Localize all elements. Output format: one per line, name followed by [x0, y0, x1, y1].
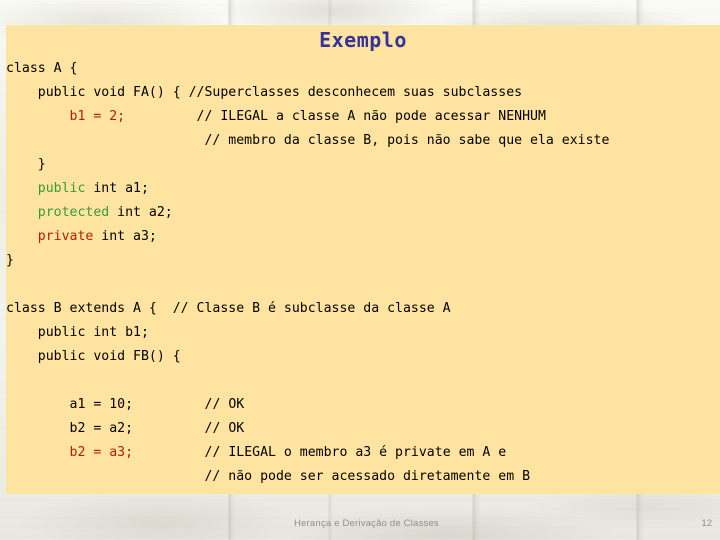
code-token: int a3; [93, 229, 157, 244]
code-token: class A { [6, 61, 78, 76]
footer-page-number: 12 [701, 518, 712, 529]
code-token: public void FB() { [6, 349, 181, 364]
code-line: b2 = a2; // OK [6, 417, 720, 441]
code-token: // OK [133, 397, 245, 412]
slide-footer: Herança e Derivação de Classes 12 [0, 518, 720, 540]
code-line: public void FA() { //Superclasses descon… [6, 81, 720, 105]
code-token: // OK [133, 421, 245, 436]
code-line: class B extends A { // Classe B é subcla… [6, 297, 720, 321]
code-token: public [6, 181, 86, 196]
code-line: } [6, 153, 720, 177]
code-token: public int b1; [6, 325, 149, 340]
page-title: Exemplo [319, 28, 407, 52]
code-token: int a1; [85, 181, 149, 196]
code-block: class A { public void FA() { //Superclas… [6, 57, 720, 494]
code-token: public void FA() { //Superclasses descon… [6, 85, 523, 100]
code-line: // membro da classe B, pois não sabe que… [6, 129, 720, 153]
code-token: // ILEGAL a classe A não pode acessar NE… [125, 109, 546, 124]
content-panel: Exemplo class A { public void FA() { //S… [6, 25, 720, 494]
code-token: b1 = 2; [6, 109, 126, 124]
code-token: } [6, 253, 14, 268]
slide: Exemplo class A { public void FA() { //S… [0, 0, 720, 540]
code-token: class B extends A { // Classe B é subcla… [6, 301, 451, 316]
code-line: protected int a2; [6, 201, 720, 225]
code-token: b2 = a2; [6, 421, 134, 436]
code-token: // não pode ser acessado diretamente em … [6, 469, 531, 484]
code-token: protected [6, 205, 110, 220]
code-line: b1 = 2; // ILEGAL a classe A não pode ac… [6, 105, 720, 129]
code-token: a1 = 10; [6, 397, 134, 412]
code-token: private [6, 229, 94, 244]
code-token: // ILEGAL o membro a3 é private em A e [133, 445, 507, 460]
code-line: b2 = a3; // ILEGAL o membro a3 é private… [6, 441, 720, 465]
code-line: public int a1; [6, 177, 720, 201]
code-line: private int a3; [6, 225, 720, 249]
code-line: // não pode ser acessado diretamente em … [6, 465, 720, 489]
code-line: public int b1; [6, 321, 720, 345]
code-token: // membro da classe B, pois não sabe que… [6, 133, 610, 148]
code-line: } [6, 249, 720, 273]
code-token: int a2; [109, 205, 173, 220]
code-token: } [6, 157, 46, 172]
code-line: class A { [6, 57, 720, 81]
footer-title: Herança e Derivação de Classes [294, 518, 439, 529]
code-token: b2 = a3; [6, 445, 134, 460]
code-line: a1 = 10; // OK [6, 393, 720, 417]
code-line: public void FB() { [6, 345, 720, 369]
